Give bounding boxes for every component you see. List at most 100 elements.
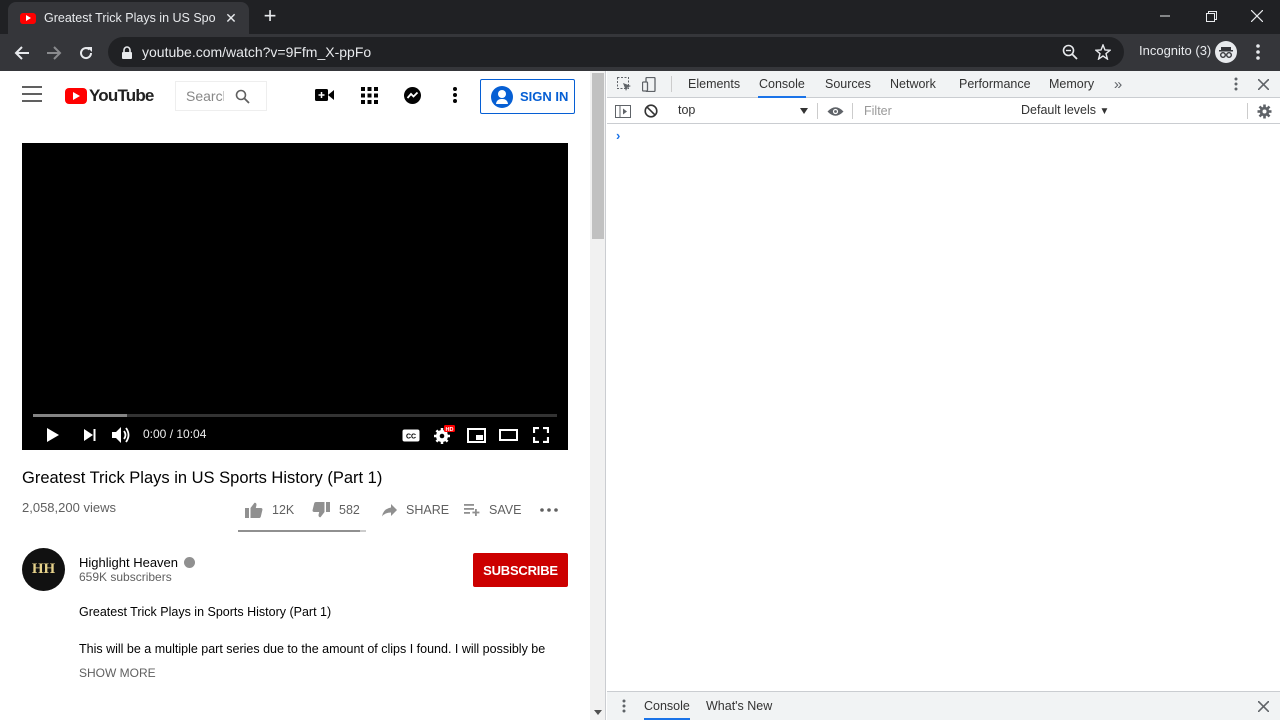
chrome-menu-icon[interactable] (1248, 41, 1268, 63)
more-tabs-chevron-icon[interactable]: » (1109, 75, 1127, 93)
video-title: Greatest Trick Plays in US Sports Histor… (22, 469, 383, 487)
scroll-down-icon[interactable] (594, 710, 602, 715)
more-actions-button[interactable] (540, 499, 558, 521)
create-video-icon[interactable] (314, 84, 336, 106)
new-tab-button[interactable]: + (259, 5, 281, 28)
tab-sources[interactable]: Sources (824, 71, 872, 98)
console-settings-gear-icon[interactable] (1255, 102, 1273, 120)
save-button[interactable]: SAVE (464, 499, 521, 521)
tab-performance[interactable]: Performance (958, 71, 1032, 98)
like-button[interactable]: 12K (245, 499, 294, 521)
show-sidebar-icon[interactable] (614, 102, 632, 120)
context-selector[interactable]: top (678, 103, 695, 117)
page-scrollbar[interactable] (590, 71, 605, 720)
subscribe-button[interactable]: SUBSCRIBE (473, 553, 568, 587)
devtools-tab-bar: Elements Console Sources Network Perform… (607, 71, 1280, 98)
channel-avatar[interactable]: HH (22, 548, 65, 591)
levels-caret-icon: ▼ (1099, 106, 1110, 117)
scrollbar-thumb[interactable] (592, 73, 604, 239)
channel-name-row[interactable]: Highlight Heaven (79, 555, 196, 570)
sign-in-label: SIGN IN (520, 89, 569, 104)
reload-icon (80, 47, 93, 60)
progress-bar[interactable] (33, 414, 557, 417)
tab-title: Greatest Trick Plays in US Sports Histor… (44, 11, 216, 25)
save-label: SAVE (489, 503, 522, 517)
share-button[interactable]: SHARE (382, 499, 449, 521)
incognito-label[interactable]: Incognito (3) (1139, 43, 1211, 58)
inspect-element-icon[interactable] (615, 75, 633, 93)
add-to-playlist-icon (464, 504, 480, 516)
youtube-page: YouTube Search SIGN IN (0, 71, 606, 720)
youtube-logo[interactable]: YouTube (65, 86, 154, 106)
settings-kebab-icon[interactable] (444, 84, 466, 106)
fullscreen-icon[interactable] (529, 423, 553, 447)
drawer-menu-icon[interactable] (615, 697, 633, 715)
clear-console-icon[interactable] (642, 102, 660, 120)
tab-network[interactable]: Network (889, 71, 937, 98)
zoom-icon[interactable] (1059, 41, 1081, 63)
context-dropdown-arrow-icon[interactable] (800, 108, 808, 114)
incognito-icon[interactable] (1215, 41, 1237, 63)
restore-button[interactable] (1188, 0, 1234, 32)
svg-text:CC: CC (406, 433, 416, 440)
tab-elements[interactable]: Elements (687, 71, 741, 98)
search-box[interactable]: Search (175, 81, 267, 111)
dislike-button[interactable]: 582 (312, 499, 360, 521)
close-tab-icon[interactable]: ✕ (223, 10, 239, 27)
close-window-button[interactable] (1234, 0, 1280, 32)
description-line-2: This will be a multiple part series due … (79, 642, 546, 656)
forward-button[interactable] (40, 39, 68, 67)
devtools-drawer: Console What's New (607, 691, 1280, 720)
live-expression-eye-icon[interactable] (826, 102, 844, 120)
tab-console[interactable]: Console (758, 71, 806, 98)
toolbar-divider (817, 103, 818, 119)
toolbar-divider (1247, 103, 1248, 119)
console-toolbar: top Filter Default levels ▼ (607, 98, 1280, 124)
drawer-tab-console[interactable]: Console (644, 692, 690, 720)
thumbs-down-icon (312, 502, 330, 518)
browser-toolbar: youtube.com/watch?v=9Ffm_X-ppFo Incognit… (0, 34, 1280, 71)
captions-icon[interactable]: CC (399, 423, 423, 447)
bookmark-star-icon[interactable] (1092, 41, 1114, 63)
browser-tab[interactable]: Greatest Trick Plays in US Sports Histor… (8, 2, 249, 34)
miniplayer-icon[interactable] (464, 423, 488, 447)
back-button[interactable] (8, 39, 36, 67)
view-count: 2,058,200 views (22, 500, 116, 515)
apps-grid-icon[interactable] (358, 84, 380, 106)
close-drawer-icon[interactable] (1254, 697, 1272, 715)
video-player[interactable]: 0:00 / 10:04 CC HD (22, 143, 568, 450)
channel-name[interactable]: Highlight Heaven (79, 555, 178, 570)
reload-button[interactable] (72, 39, 100, 67)
hamburger-menu-icon[interactable] (22, 86, 42, 104)
next-button[interactable] (78, 423, 102, 447)
volume-icon[interactable] (109, 423, 133, 447)
lock-icon (122, 45, 134, 59)
thumbs-up-icon (245, 502, 263, 518)
devtools-menu-icon[interactable] (1227, 75, 1245, 93)
youtube-logo-text: YouTube (89, 86, 154, 105)
minimize-button[interactable] (1142, 0, 1188, 32)
account-icon (491, 85, 513, 108)
messages-icon[interactable] (401, 84, 423, 106)
devtools-panel: Elements Console Sources Network Perform… (607, 71, 1280, 720)
play-button[interactable] (41, 423, 65, 447)
console-filter-input[interactable]: Filter (864, 104, 892, 118)
subscriber-count: 659K subscribers (79, 570, 172, 584)
console-prompt-chevron-icon[interactable]: › (616, 128, 620, 143)
drawer-tab-whats-new[interactable]: What's New (706, 692, 772, 720)
search-icon[interactable] (235, 89, 250, 104)
show-more-link[interactable]: SHOW MORE (79, 666, 156, 680)
sign-in-button[interactable]: SIGN IN (480, 79, 575, 114)
search-input[interactable]: Search (186, 88, 224, 104)
settings-gear-icon[interactable]: HD (432, 423, 456, 447)
description-line-1: Greatest Trick Plays in Sports History (… (79, 605, 332, 619)
tab-memory[interactable]: Memory (1048, 71, 1095, 98)
log-levels-dropdown[interactable]: Default levels ▼ (1021, 103, 1109, 117)
more-horizontal-icon (540, 508, 558, 512)
toolbar-divider (671, 76, 672, 92)
device-toolbar-icon[interactable] (641, 75, 659, 93)
close-devtools-icon[interactable] (1254, 75, 1272, 93)
theater-mode-icon[interactable] (496, 423, 520, 447)
address-bar[interactable]: youtube.com/watch?v=9Ffm_X-ppFo (108, 37, 1124, 67)
like-count: 12K (272, 503, 295, 517)
